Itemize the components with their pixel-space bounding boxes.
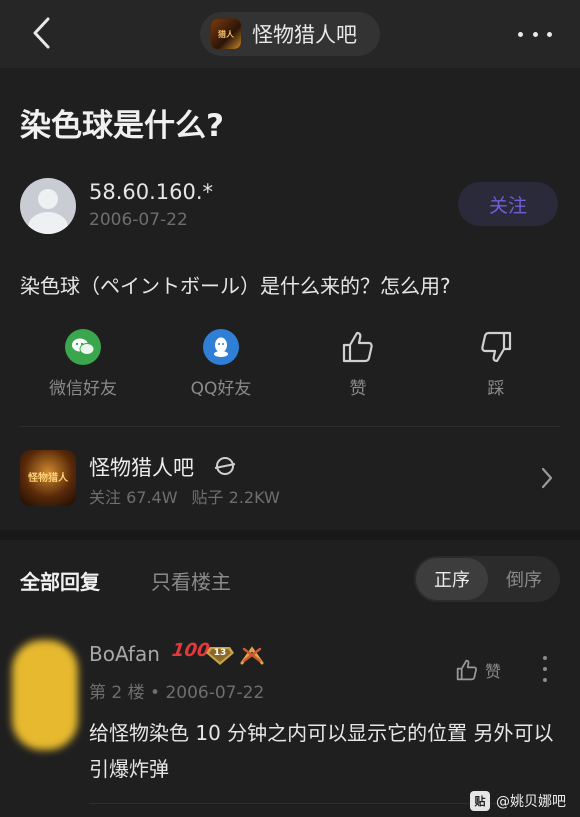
post-count: 贴子 2.2KW [191,488,280,507]
forum-pill[interactable]: 猎人 怪物猎人吧 [200,12,380,56]
qq-icon [203,329,239,365]
sort-toggle: 正序 倒序 [414,556,560,602]
more-options-button[interactable] [518,24,552,44]
reply-avatar[interactable] [12,640,78,750]
reply-username[interactable]: BoAfan [89,642,160,666]
share-qq-button[interactable]: QQ好友 [171,328,271,399]
like-button[interactable]: 赞 [308,328,408,399]
hundred-points-badge: 100 [170,640,212,661]
sort-descending-button[interactable]: 倒序 [490,558,558,600]
sort-ascending-button[interactable]: 正序 [416,558,488,600]
watermark: 贴 @姚贝娜吧 [470,790,566,812]
forum-stats: 关注 67.4W 贴子 2.2KW [89,484,294,508]
forum-card[interactable]: 怪物猎人 怪物猎人吧 关注 67.4W 贴子 2.2KW [20,450,560,508]
action-label: QQ好友 [190,379,252,399]
share-wechat-button[interactable]: 微信好友 [33,328,133,399]
post-body: 染色球（ペイントボール）是什么来的？怎么用? [20,274,451,298]
tieba-logo-icon: 贴 [470,791,490,811]
dot-icon [547,31,552,37]
follow-count: 关注 67.4W [89,488,178,507]
level-badge: 13 [206,643,234,665]
reply-floor-date: 第 2 楼 • 2006-07-22 [89,683,265,703]
forum-logo: 怪物猎人 [20,450,76,506]
dot-icon [543,667,547,671]
dot-icon [532,31,538,37]
top-bar: 猎人 怪物猎人吧 [0,0,580,68]
watermark-text: @姚贝娜吧 [496,794,566,810]
dot-icon [543,678,547,682]
crossed-swords-badge-icon [240,646,264,665]
action-label: 微信好友 [49,379,117,399]
forum-card-name: 怪物猎人吧 [89,456,194,480]
thumbs-down-icon [481,331,512,363]
follow-button[interactable]: 关注 [458,182,558,226]
dislike-button[interactable]: 踩 [446,328,546,399]
tab-op-only[interactable]: 只看楼主 [151,566,231,595]
avatar-body-shape [28,212,68,234]
post-date: 2006-07-22 [89,210,188,230]
dot-icon [518,31,523,37]
avatar[interactable] [20,178,76,234]
forum-thumbnail: 猎人 [210,18,242,50]
back-button[interactable] [30,16,56,50]
forum-name: 怪物猎人吧 [252,23,357,47]
chevron-right-icon [541,467,553,489]
tab-all-replies[interactable]: 全部回复 [20,566,100,595]
poster-name[interactable]: 58.60.160.* [89,180,213,204]
section-separator [0,530,580,540]
divider [20,426,560,427]
avatar-head-shape [38,189,58,209]
reply-more-button[interactable] [541,656,549,682]
reply-like-button[interactable]: 赞 [455,658,501,682]
thumbs-up-icon [342,331,373,363]
planet-badge-icon [214,457,236,475]
reply-text: 给怪物染色 10 分钟之内可以显示它的位置 另外可以引爆炸弹 [89,721,554,781]
post-title: 染色球是什么? [20,108,224,144]
dot-icon [543,656,547,660]
thumbs-up-icon [456,659,477,681]
wechat-icon [65,329,101,365]
action-label: 赞 [349,379,367,399]
level-number: 13 [213,648,227,658]
action-label: 踩 [487,379,505,399]
chevron-left-icon [33,17,50,49]
reply-like-label: 赞 [485,662,502,681]
